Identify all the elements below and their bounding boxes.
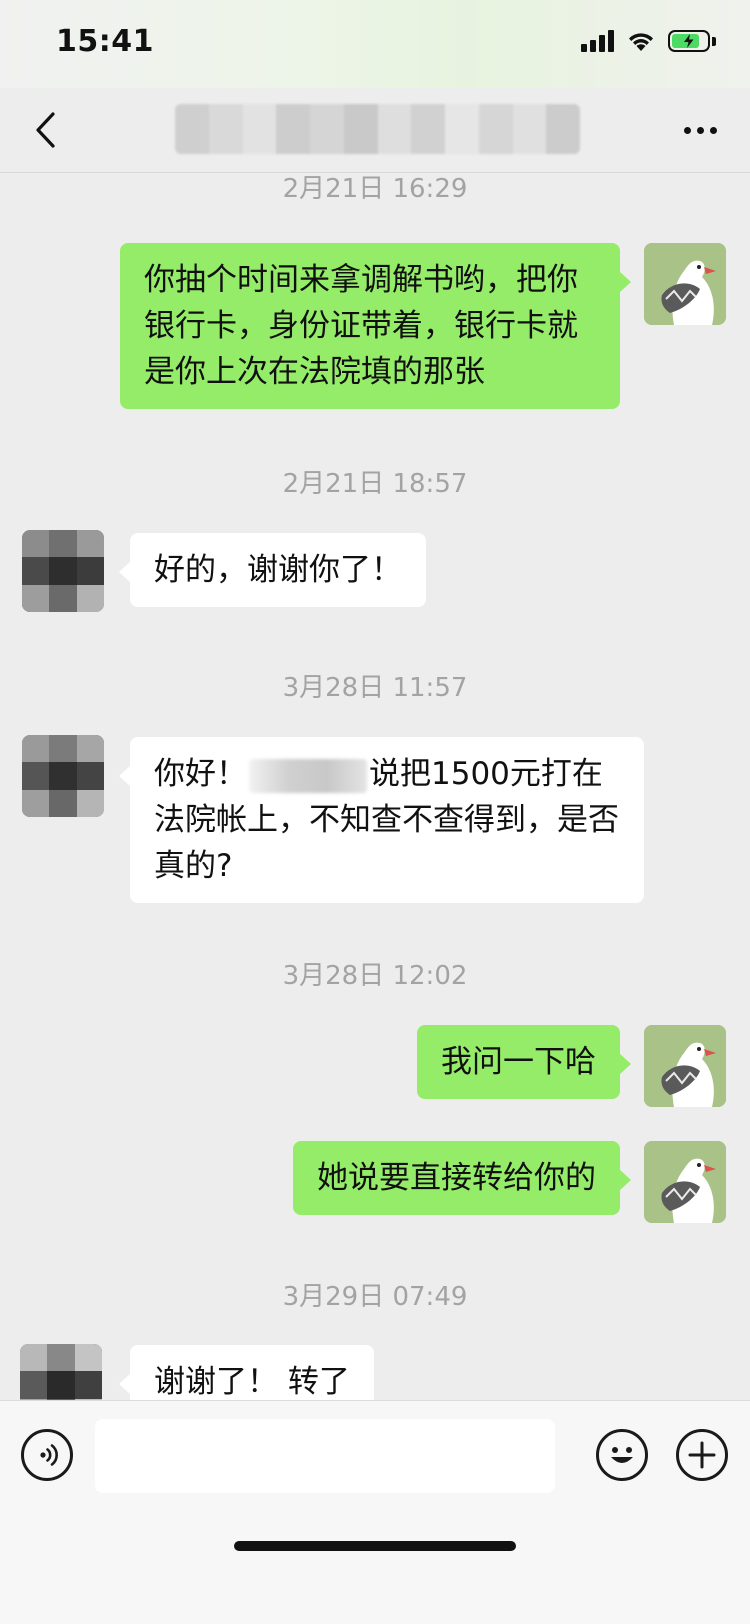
my-avatar[interactable] [644,1025,726,1107]
emoji-icon [611,1447,633,1463]
chat-screen: 15:41 2月21日 16:29 你抽个时间来拿调解书哟，把你银行卡，身份证带… [0,0,750,1624]
blurred-avatar [22,735,104,817]
cellular-signal-icon [581,30,614,52]
message-bubble-incoming[interactable]: 好的，谢谢你了！ [119,533,426,607]
chat-header [0,88,750,173]
dot [709,126,717,134]
more-button[interactable] [678,110,722,150]
chevron-left-icon [36,112,55,148]
goose-avatar-icon [644,243,726,325]
battery-icon [668,30,710,52]
status-time: 15:41 [56,24,154,59]
my-avatar[interactable] [644,1141,726,1223]
timestamp: 3月28日 11:57 [282,673,468,703]
dot [696,126,704,134]
blurred-avatar [22,530,104,612]
redacted-name [249,758,367,793]
message-bubble-outgoing[interactable]: 我问一下哈 [417,1025,631,1099]
timestamp: 2月21日 18:57 [282,469,468,499]
chat-title [175,104,580,154]
emoji-button[interactable] [596,1429,648,1481]
goose-avatar-icon [644,1141,726,1223]
input-bar [0,1400,750,1624]
message-text: 你好！ [154,756,247,792]
wifi-icon [629,33,653,51]
contact-avatar[interactable] [22,530,104,612]
my-avatar[interactable] [644,243,726,325]
message-bubble-outgoing[interactable]: 你抽个时间来拿调解书哟，把你银行卡，身份证带着，银行卡就是你上次在法院填的那张 [120,243,631,409]
back-button[interactable] [24,108,68,152]
plus-button[interactable] [676,1429,728,1481]
timestamp: 2月21日 16:29 [282,174,468,204]
message-input[interactable] [95,1419,555,1493]
message-bubble-incoming[interactable]: 你好！ 说把1500元打在法院帐上，不知查不查得到，是否真的? [119,737,644,903]
goose-avatar-icon [644,1025,726,1107]
message-bubble-outgoing[interactable]: 她说要直接转给你的 [293,1141,631,1215]
plus-icon [688,1441,716,1469]
status-bar: 15:41 [0,0,750,88]
voice-button[interactable] [21,1429,73,1481]
timestamp: 3月29日 07:49 [282,1282,468,1312]
contact-avatar[interactable] [22,735,104,817]
home-indicator[interactable] [234,1541,516,1551]
timestamp: 3月28日 12:02 [282,961,468,991]
voice-icon [40,1444,58,1466]
status-icons [581,30,716,52]
dot [683,126,691,134]
